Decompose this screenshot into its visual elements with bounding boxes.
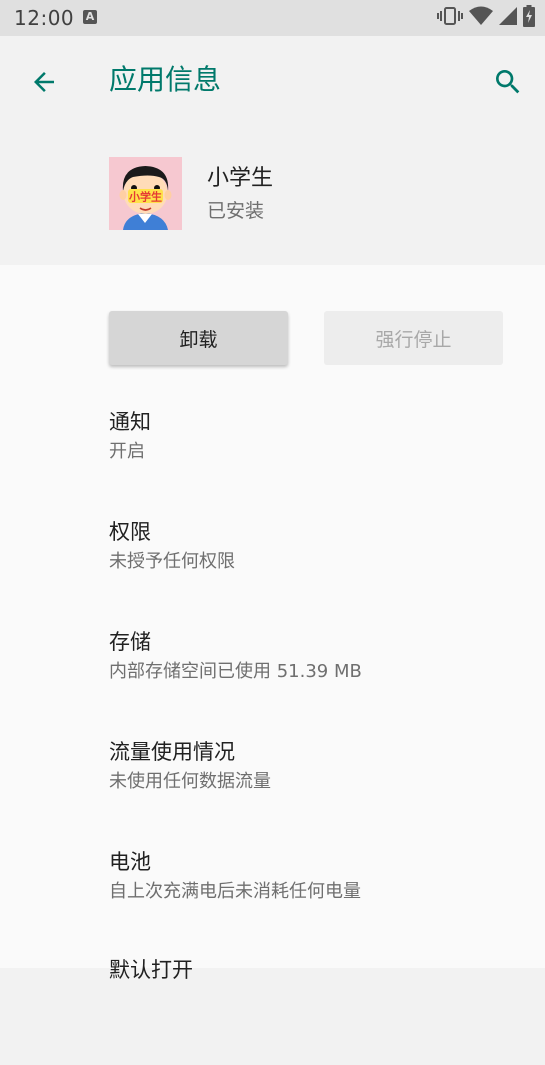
item-title: 电池	[109, 850, 151, 874]
list-item-permissions[interactable]: 权限 未授予任何权限	[0, 517, 545, 627]
notification-a-icon: A	[83, 10, 97, 24]
page-title: 应用信息	[109, 63, 222, 96]
back-button[interactable]	[24, 62, 64, 102]
app-install-status: 已安装	[207, 200, 265, 222]
list-item-open-by-default[interactable]: 默认打开	[0, 955, 545, 1065]
arrow-back-icon	[34, 72, 54, 92]
item-title: 流量使用情况	[109, 740, 235, 764]
item-title: 默认打开	[109, 958, 193, 982]
item-summary: 未使用任何数据流量	[109, 771, 271, 792]
app-header: 应用信息 小学生 小学生 已安装	[0, 36, 545, 265]
list-item-battery[interactable]: 电池 自上次充满电后未消耗任何电量	[0, 847, 545, 957]
search-icon	[496, 70, 520, 94]
app-name: 小学生	[207, 166, 274, 191]
app-icon-text: 小学生	[128, 190, 162, 204]
search-button[interactable]	[488, 62, 528, 102]
wifi-icon	[469, 6, 493, 30]
uninstall-button[interactable]: 卸载	[109, 311, 288, 365]
item-summary: 自上次充满电后未消耗任何电量	[109, 881, 361, 902]
status-bar: 12:00 A	[0, 0, 545, 36]
item-summary: 未授予任何权限	[109, 551, 235, 572]
status-time: 12:00	[14, 6, 75, 30]
list-item-storage[interactable]: 存储 内部存储空间已使用 51.39 MB	[0, 627, 545, 737]
list-item-data-usage[interactable]: 流量使用情况 未使用任何数据流量	[0, 737, 545, 847]
battery-charging-icon	[523, 5, 535, 31]
item-summary: 开启	[109, 441, 145, 462]
vibrate-icon	[437, 6, 463, 30]
list-item-notifications[interactable]: 通知 开启	[0, 407, 545, 517]
item-title: 通知	[109, 410, 151, 434]
item-summary: 内部存储空间已使用 51.39 MB	[109, 661, 362, 682]
settings-content: 卸载 强行停止 通知 开启 权限 未授予任何权限 存储 内部存储空间已使用 51…	[0, 265, 545, 982]
cell-signal-icon	[499, 6, 517, 30]
item-title: 权限	[109, 520, 151, 544]
force-stop-button[interactable]: 强行停止	[324, 311, 503, 365]
app-icon: 小学生	[109, 157, 182, 230]
status-icons	[437, 5, 535, 31]
item-title: 存储	[109, 630, 151, 654]
